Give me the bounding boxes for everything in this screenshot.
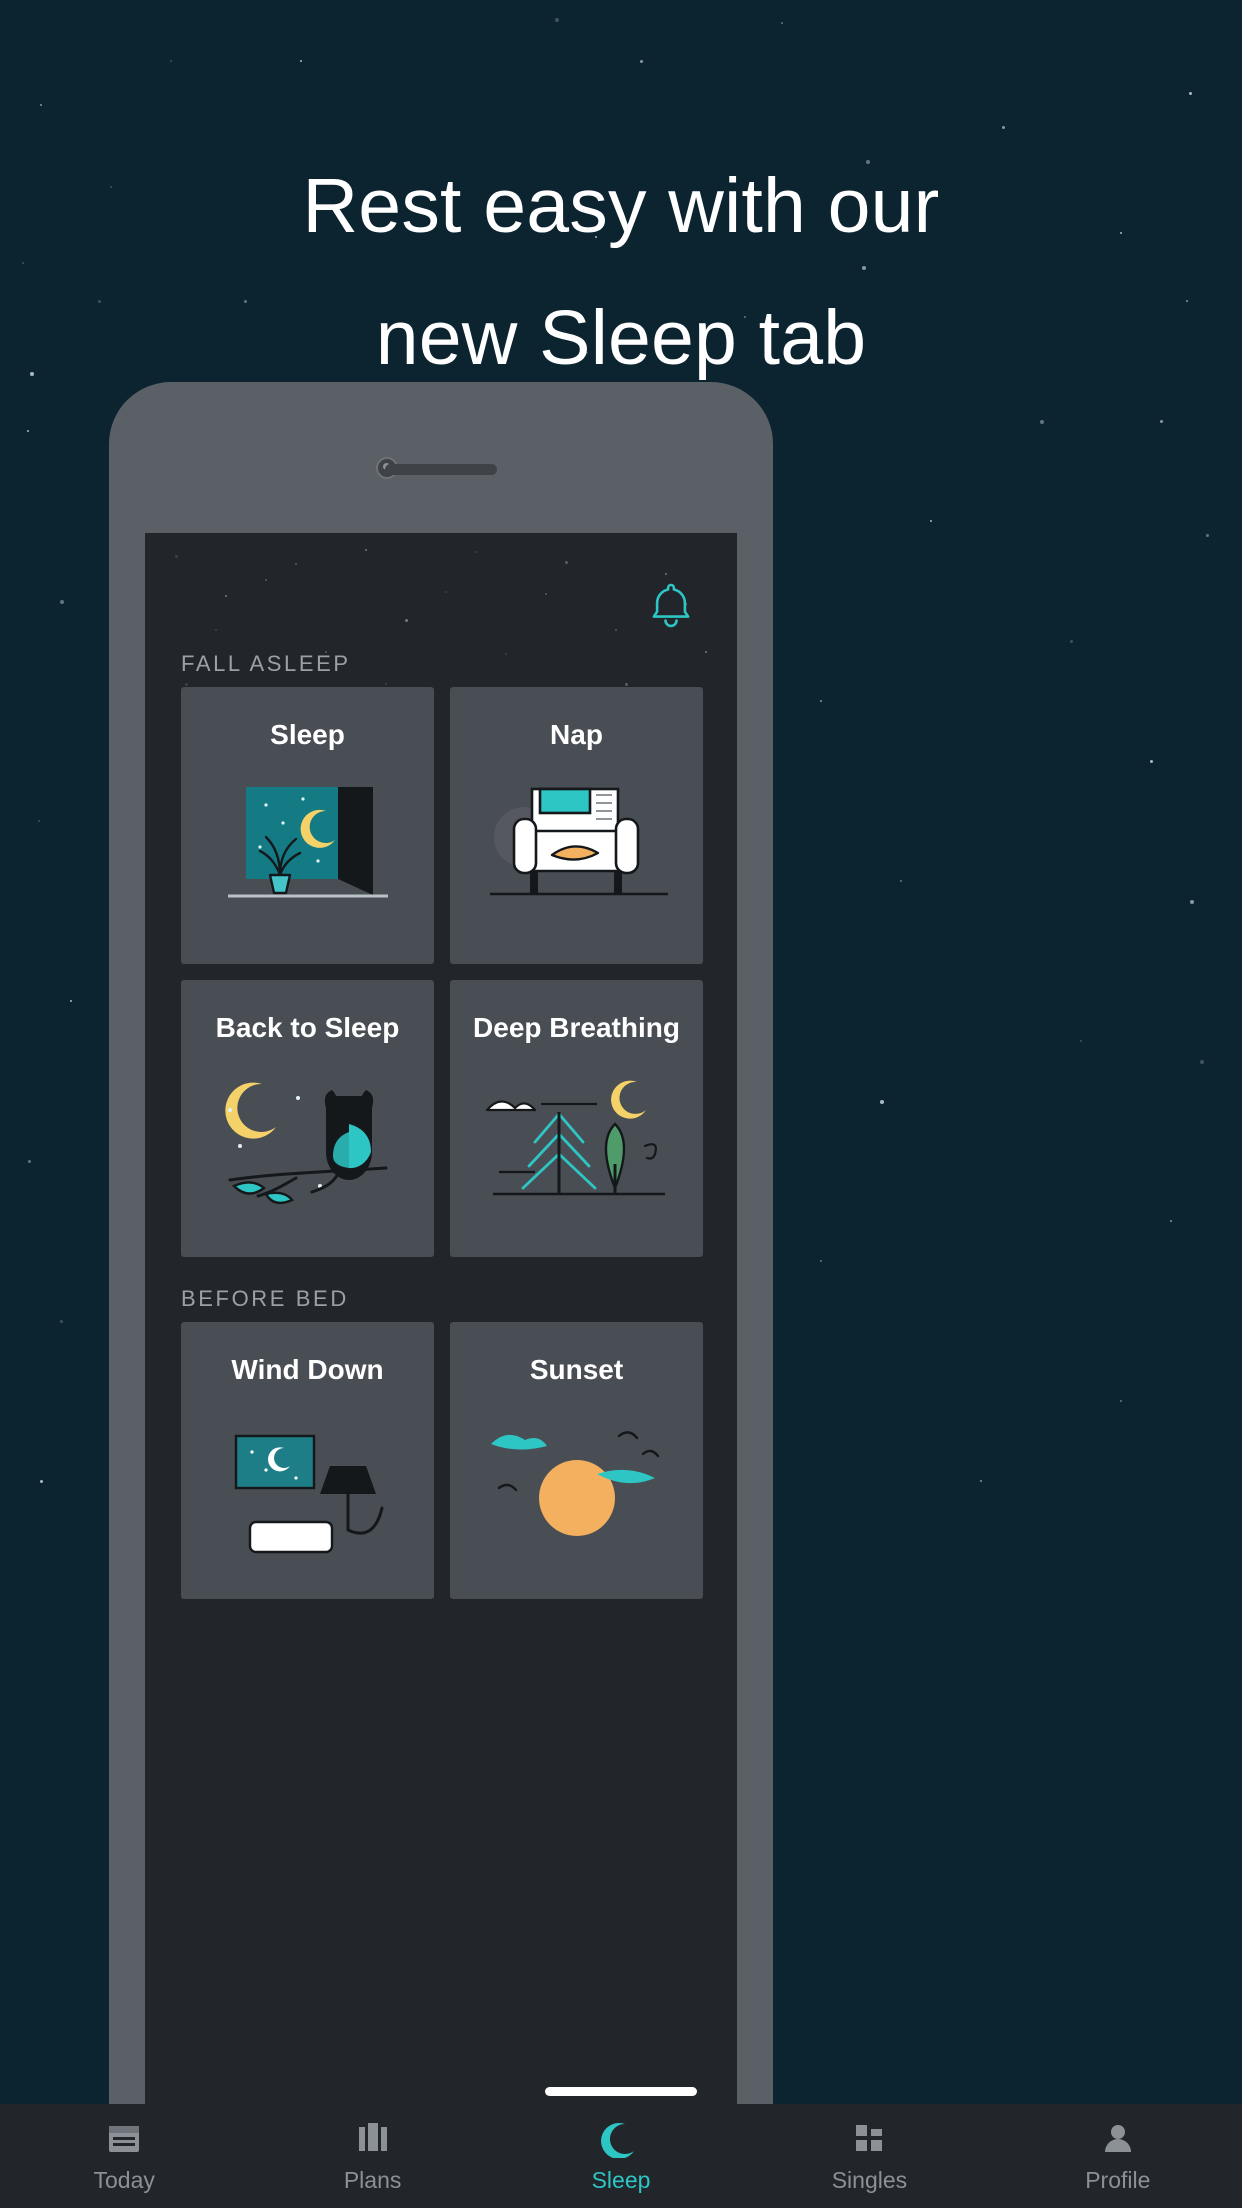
card-wind-down[interactable]: Wind Down xyxy=(181,1322,434,1599)
card-back-to-sleep[interactable]: Back to Sleep xyxy=(181,980,434,1257)
tab-label: Plans xyxy=(343,2167,402,2193)
tab-sleep[interactable]: Sleep xyxy=(497,2118,745,2194)
card-title: Deep Breathing xyxy=(473,1012,680,1043)
tab-singles[interactable]: Singles xyxy=(745,2118,993,2194)
tab-today[interactable]: Today xyxy=(0,2118,248,2194)
page-title: Rest easy with our new Sleep tab xyxy=(302,163,940,381)
squares-icon xyxy=(856,2125,883,2151)
tab-label: Singles xyxy=(831,2167,908,2193)
tab-plans[interactable]: Plans xyxy=(248,2118,496,2194)
home-indicator xyxy=(545,2087,697,2096)
card-sunset[interactable]: Sunset xyxy=(450,1322,703,1599)
calendar-icon xyxy=(109,2126,140,2152)
card-nap[interactable]: Nap xyxy=(450,687,703,964)
bell-icon xyxy=(652,583,690,628)
moon-icon xyxy=(601,2123,635,2158)
tab-profile[interactable]: Profile xyxy=(994,2118,1242,2194)
person-icon xyxy=(1104,2125,1131,2152)
columns-icon xyxy=(358,2123,387,2151)
card-deep-breathing[interactable]: Deep Breathing xyxy=(450,980,703,1257)
owl-on-branch-with-moon-icon xyxy=(181,1068,434,1218)
tab-label: Today xyxy=(93,2167,155,2193)
notifications-button[interactable] xyxy=(643,575,699,631)
promo-screenshot: Rest easy with our new Sleep tab FALL AS… xyxy=(0,0,1242,2208)
card-title: Sleep xyxy=(270,719,345,750)
tab-label: Sleep xyxy=(591,2167,651,2193)
card-title: Back to Sleep xyxy=(215,1012,400,1043)
bottom-tab-bar: Today Plans Sleep Singles Profile xyxy=(0,2104,1242,2208)
section-grid-fall-asleep: Sleep Nap Back to Sleep Deep Breathing xyxy=(181,687,703,1257)
tab-label: Profile xyxy=(1085,2167,1151,2193)
card-title: Nap xyxy=(550,719,603,750)
card-title: Wind Down xyxy=(231,1354,384,1385)
forest-trees-with-moon-icon xyxy=(450,1068,703,1218)
section-label-fall-asleep: FALL ASLEEP xyxy=(181,651,351,676)
section-label-before-bed: BEFORE BED xyxy=(181,1286,349,1311)
app-screen: FALL ASLEEP Sleep Nap Back to Sleep Deep… xyxy=(145,533,737,2208)
card-title: Sunset xyxy=(529,1354,624,1385)
section-grid-before-bed: Wind Down Sunset xyxy=(181,1322,703,1599)
card-sleep[interactable]: Sleep xyxy=(181,687,434,964)
sunset-with-birds-icon xyxy=(450,1410,703,1560)
armchair-with-cat-icon xyxy=(450,775,703,925)
phone-mockup: FALL ASLEEP Sleep Nap Back to Sleep Deep… xyxy=(109,382,773,2208)
window-night-plant-moon-icon xyxy=(181,775,434,925)
earpiece-speaker xyxy=(385,464,497,475)
bedside-lamp-and-night-picture-icon xyxy=(181,1410,434,1560)
